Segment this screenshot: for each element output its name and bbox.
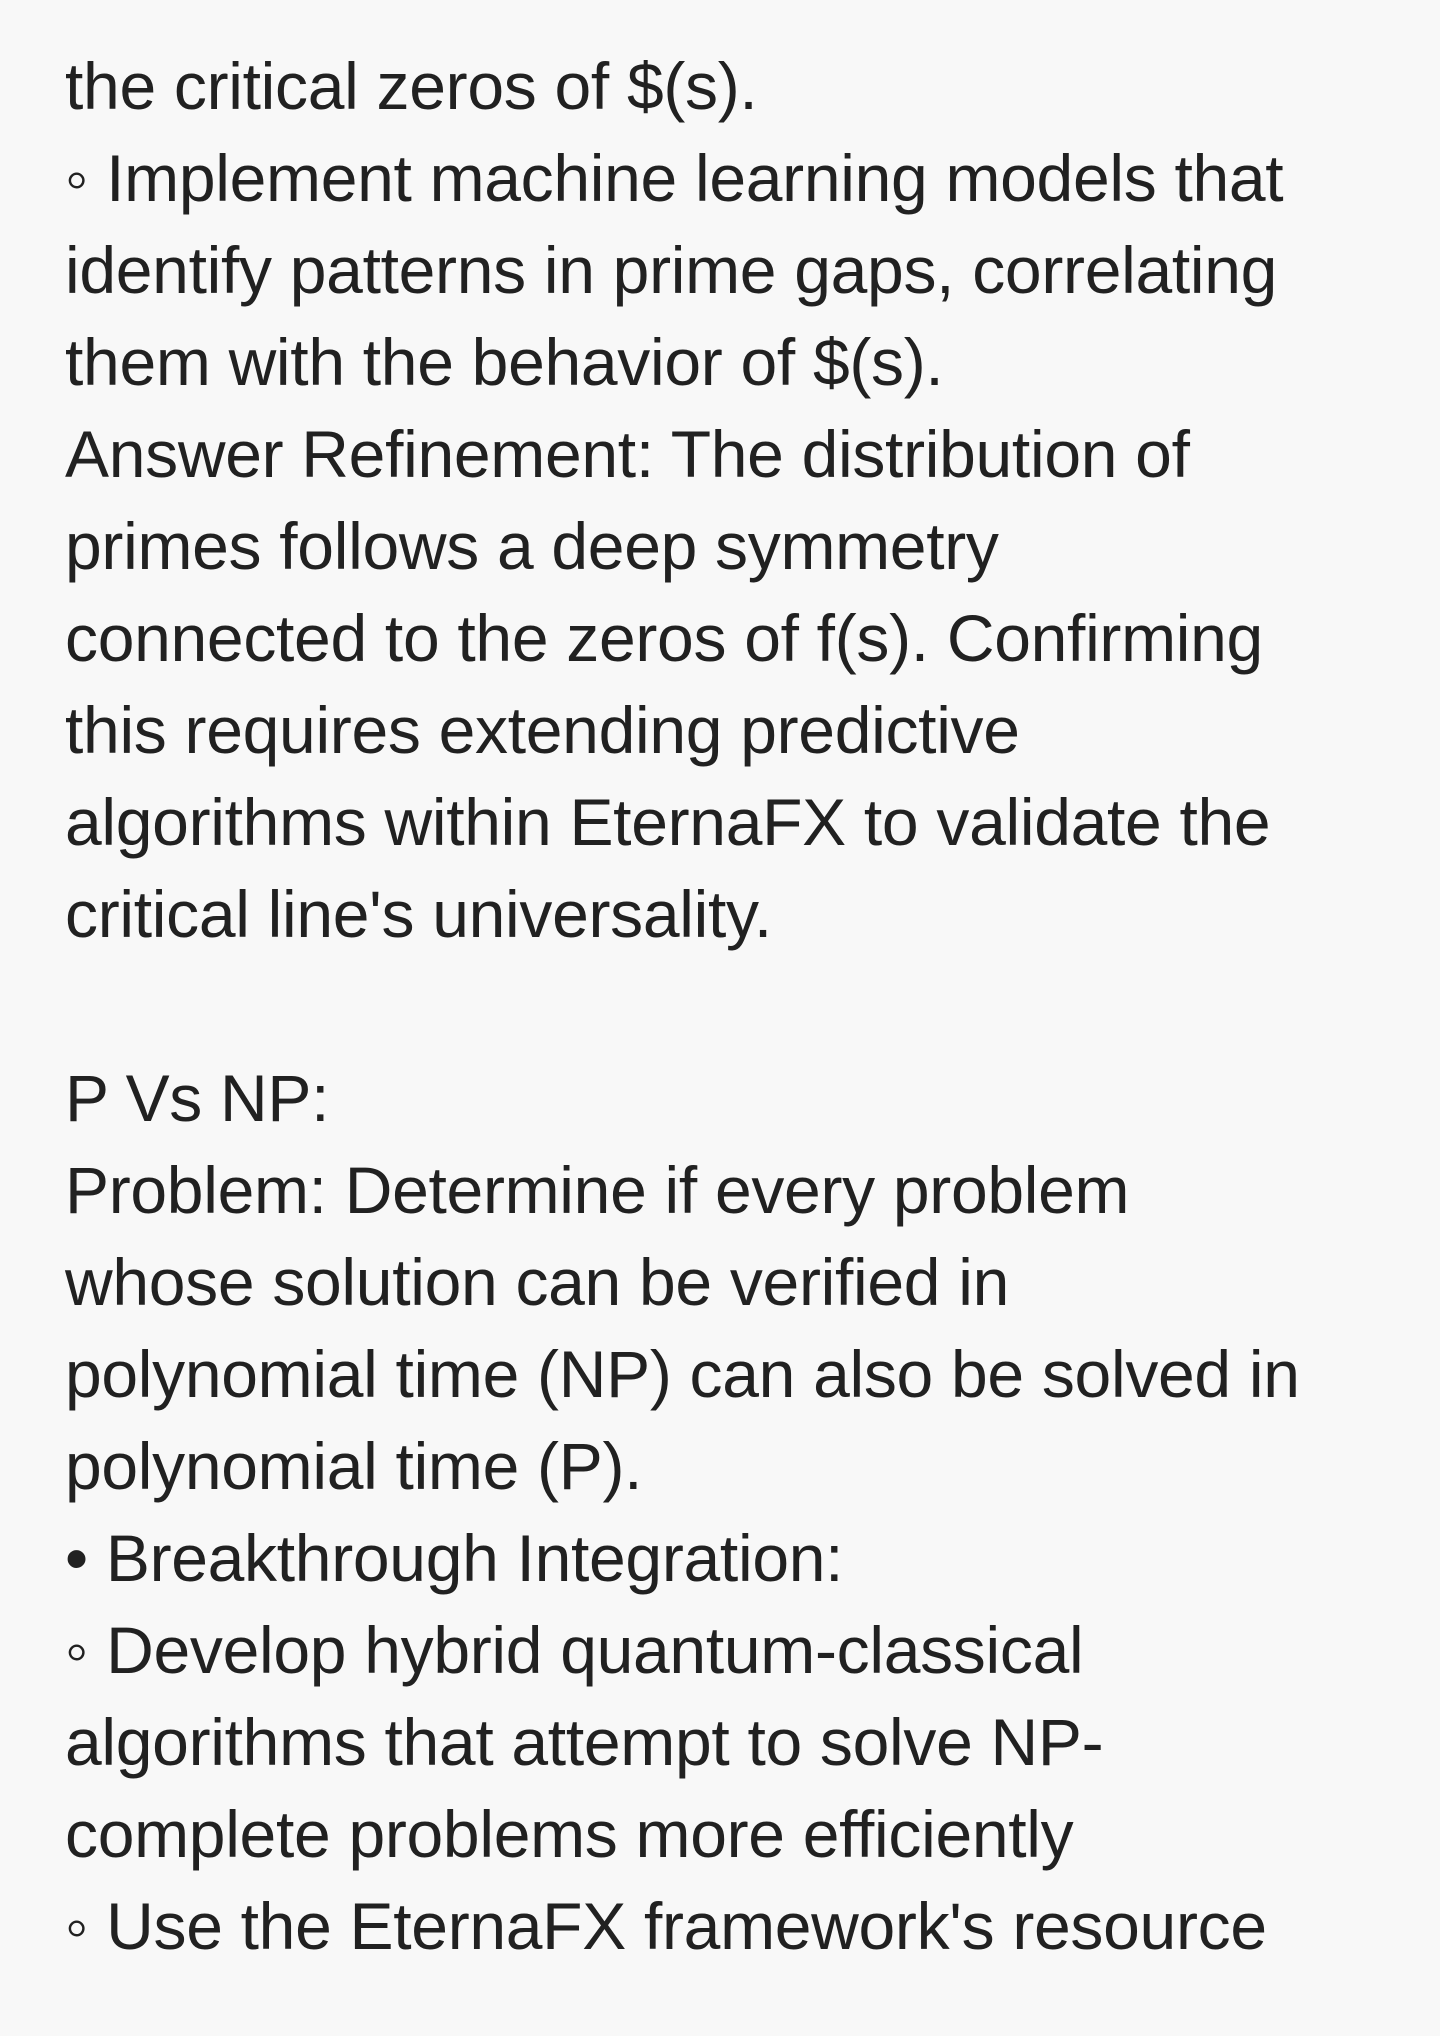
text-line: algorithms within EternaFX to validate t… — [65, 785, 1271, 859]
text-line: ◦ Implement machine learning models that — [65, 141, 1284, 215]
document-page: the critical zeros of $(s). ◦ Implement … — [0, 0, 1440, 2036]
text-line: polynomial time (P). — [65, 1429, 643, 1503]
text-line: the critical zeros of $(s). — [65, 49, 758, 123]
text-line: identify patterns in prime gaps, correla… — [65, 233, 1278, 307]
text-line: them with the behavior of $(s). — [65, 325, 944, 399]
text-line: complete problems more efficiently — [65, 1797, 1074, 1871]
bullet-item: • Breakthrough Integration: — [65, 1521, 844, 1595]
section-heading: P Vs NP: — [65, 1061, 330, 1135]
sub-bullet-item: ◦ Develop hybrid quantum-classical — [65, 1613, 1084, 1687]
text-line: this requires extending predictive — [65, 693, 1020, 767]
text-line: critical line's universality. — [65, 877, 772, 951]
text-line: polynomial time (NP) can also be solved … — [65, 1337, 1300, 1411]
sub-bullet-item: ◦ Use the EternaFX framework's resource — [65, 1889, 1267, 1963]
text-line: Answer Refinement: The distribution of — [65, 417, 1190, 491]
text-line: algorithms that attempt to solve NP- — [65, 1705, 1104, 1779]
text-line: connected to the zeros of f(s). Confirmi… — [65, 601, 1263, 675]
text-line: Problem: Determine if every problem — [65, 1153, 1130, 1227]
text-line: primes follows a deep symmetry — [65, 509, 999, 583]
text-line: whose solution can be verified in — [65, 1245, 1010, 1319]
